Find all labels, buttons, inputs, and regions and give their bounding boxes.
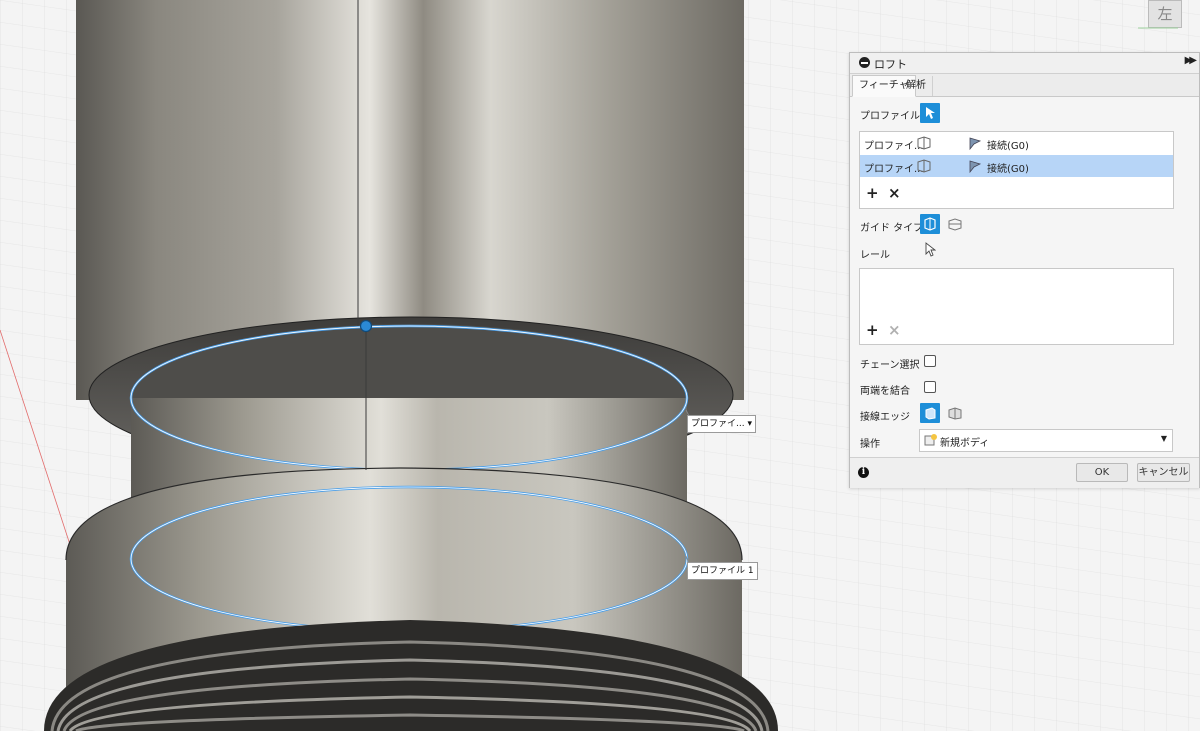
tab-analysis[interactable]: 解析 [900, 76, 933, 96]
profile-name: プロファイ... [864, 141, 924, 152]
list-item[interactable]: プロファイ... 接続(G0) [860, 155, 1173, 177]
profile-top-tag[interactable]: プロファイ... ▾ [687, 415, 756, 433]
profile-bottom-tag[interactable]: プロファイル 1 [687, 562, 758, 580]
continuity-icon[interactable] [968, 158, 984, 174]
guide-type-label: ガイド タイプ [860, 223, 924, 234]
profile-shape-icon [917, 136, 931, 150]
new-body-icon [924, 434, 937, 446]
dialog-header: ロフト ▶▶ [850, 53, 1199, 74]
info-icon[interactable]: i [858, 467, 869, 478]
ok-button[interactable]: OK [1076, 463, 1128, 482]
tab-bar: フィーチャ 解析 [850, 74, 1199, 97]
profile-point [359, 319, 373, 333]
add-profile-button[interactable]: + [866, 186, 879, 201]
expand-icon[interactable]: ▶▶ [1185, 55, 1198, 66]
operation-value: 新規ボディ [940, 438, 990, 449]
dialog-title: ロフト [874, 58, 907, 71]
dialog-footer: i OK キャンセル [850, 457, 1199, 488]
remove-profile-button[interactable]: × [888, 186, 901, 201]
rail-list: + × [859, 268, 1174, 345]
profile-label: プロファイル [860, 111, 920, 122]
viewcube-axes-icon [1136, 20, 1180, 30]
operation-label: 操作 [860, 439, 880, 450]
chevron-down-icon: ▼ [1160, 434, 1167, 443]
closed-label: 両端を結合 [860, 386, 910, 397]
list-item[interactable]: プロファイ... 接続(G0) [860, 132, 1173, 154]
cursor-arrow-icon[interactable] [924, 242, 936, 258]
continuity-value: 接続(G0) [987, 164, 1029, 175]
chain-select-label: チェーン選択 [860, 360, 920, 371]
profile-select-button[interactable] [920, 103, 940, 123]
add-rail-button[interactable]: + [866, 323, 879, 338]
profile-list: プロファイ... 接続(G0) プロファイ... 接続(G0) + × [859, 131, 1174, 209]
tangent-merge-button[interactable] [920, 403, 940, 423]
tangent-edges-label: 接線エッジ [860, 412, 910, 423]
profile-shape-icon [917, 159, 931, 173]
tangent-merge-icon [925, 407, 936, 420]
guide-rails-button[interactable] [920, 214, 940, 234]
remove-rail-button: × [888, 321, 901, 339]
continuity-icon[interactable] [968, 135, 984, 151]
rail-guide-icon [924, 217, 936, 231]
continuity-value: 接続(G0) [987, 141, 1029, 152]
cursor-arrow-icon [926, 107, 935, 119]
cancel-button[interactable]: キャンセル [1137, 463, 1190, 482]
chain-select-checkbox[interactable] [924, 355, 936, 367]
tangent-keep-icon[interactable] [947, 405, 963, 421]
loft-dialog: ロフト ▶▶ フィーチャ 解析 プロファイル プロファイ... 接続(G0) プ… [849, 52, 1200, 488]
closed-checkbox[interactable] [924, 381, 936, 393]
operation-dropdown[interactable]: 新規ボディ ▼ [919, 429, 1173, 452]
profile-name: プロファイ... [864, 164, 924, 175]
collapse-icon[interactable] [859, 57, 870, 68]
rail-label: レール [860, 250, 890, 261]
centerline-guide-icon[interactable] [947, 216, 963, 232]
